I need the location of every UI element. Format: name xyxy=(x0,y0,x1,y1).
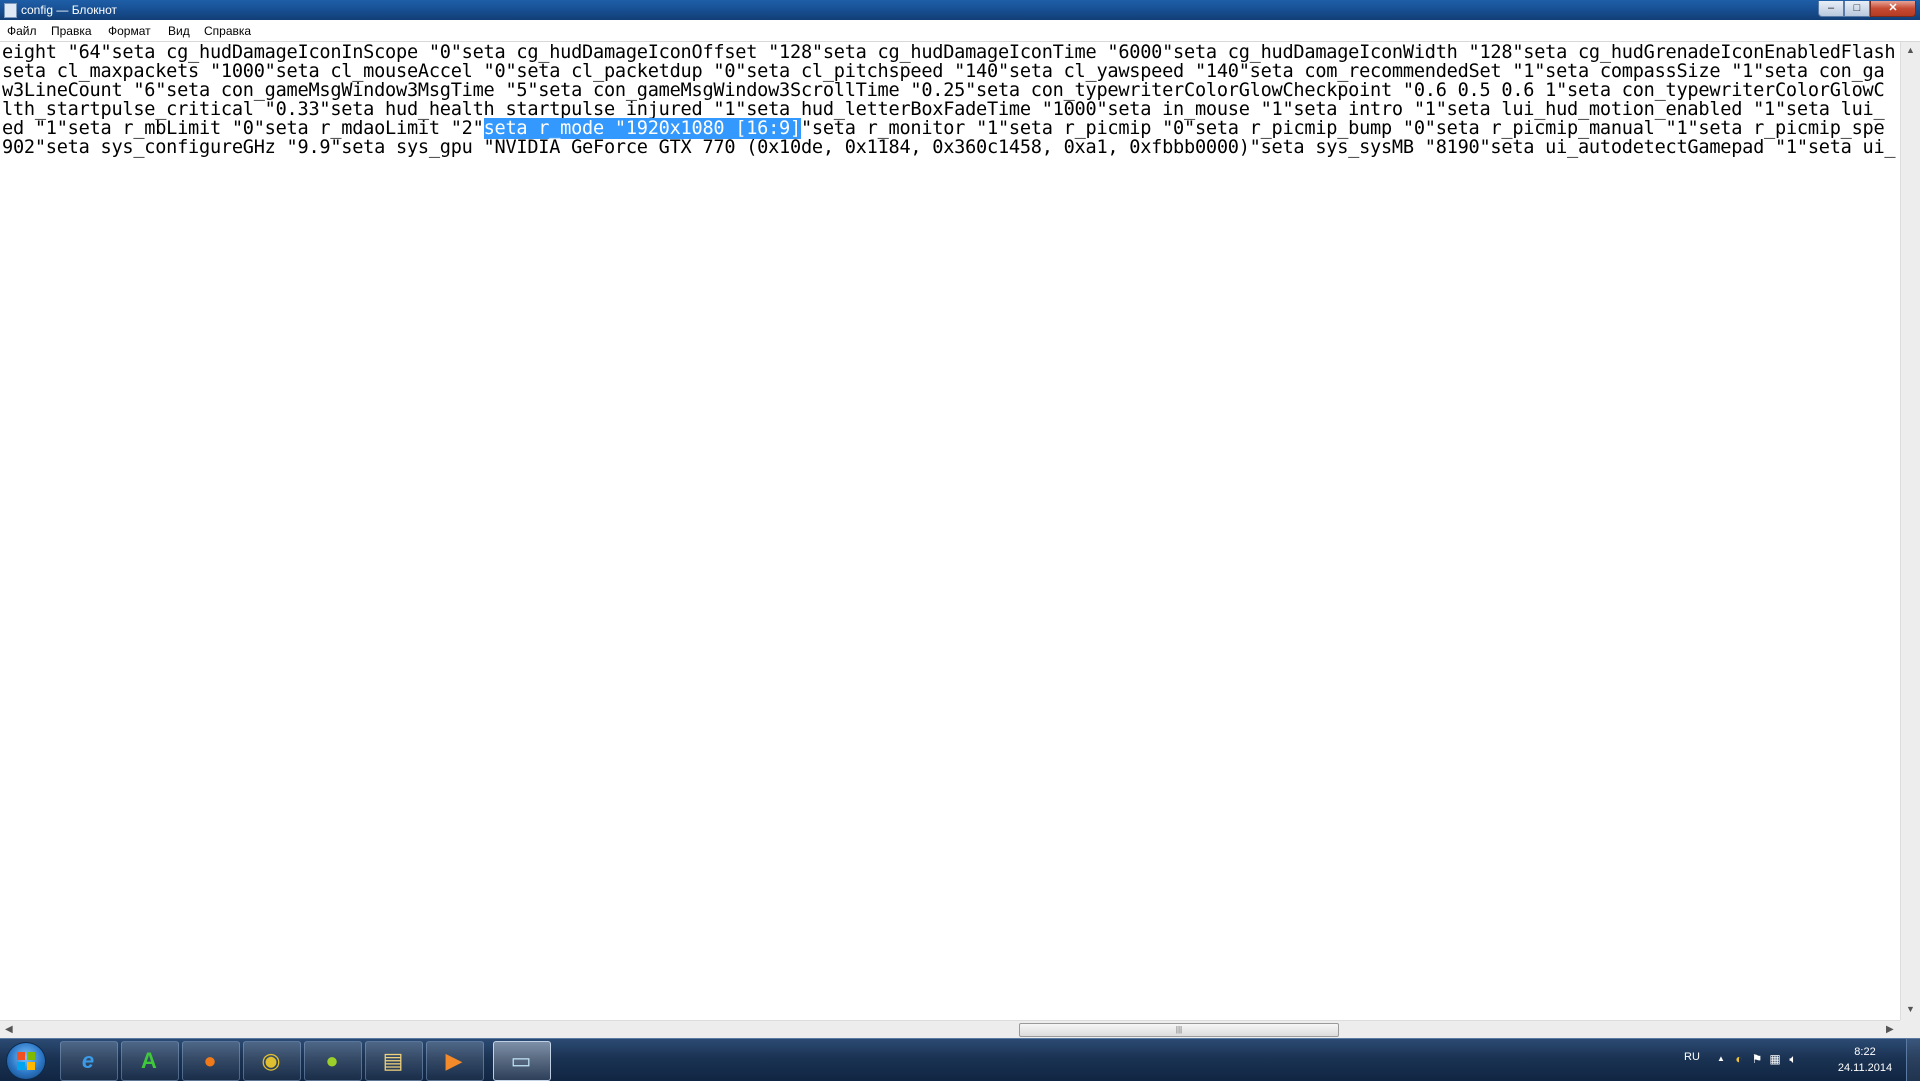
show-hidden-icons-icon[interactable]: ▲ xyxy=(1714,1052,1728,1066)
text-segment: "seta r_monitor "1"seta r_picmip "0"seta… xyxy=(800,118,1885,139)
clock[interactable]: 8:22 24.11.2014 xyxy=(1830,1044,1900,1076)
taskbar-app-notepad[interactable]: ▭ xyxy=(493,1041,551,1081)
maximize-button[interactable]: □ xyxy=(1844,1,1870,17)
text-segment: ed "1"seta r_mbLimit "0"seta r_mdaoLimit… xyxy=(2,118,484,139)
media-player-icon: ▶ xyxy=(445,1048,463,1073)
text-segment: seta cl_maxpackets "1000"seta cl_mouseAc… xyxy=(2,61,1885,82)
text-segment: lth_startpulse_critical "0.33"seta hud_h… xyxy=(2,99,1885,120)
scrollbar-corner xyxy=(1900,1020,1920,1040)
menu-file[interactable]: Файл xyxy=(7,24,37,38)
close-button[interactable]: ✕ xyxy=(1870,1,1916,17)
text-segment: w3LineCount "6"seta con_gameMsgWindow3Ms… xyxy=(2,80,1885,101)
selected-text: seta r_mode "1920x1080 [16:9] xyxy=(483,118,801,139)
update-icon[interactable]: ◐ xyxy=(1732,1052,1746,1066)
text-line: 902"seta sys_configureGHz "9.9"seta sys_… xyxy=(2,137,1896,158)
taskbar-app-media-player[interactable]: ▶ xyxy=(426,1041,484,1081)
show-desktop-button[interactable] xyxy=(1906,1039,1920,1081)
menu-edit[interactable]: Правка xyxy=(51,24,92,38)
text-segment: 902"seta sys_configureGHz "9.9"seta sys_… xyxy=(2,137,1896,158)
text-line: eight "64"seta cg_hudDamageIconInScope "… xyxy=(2,42,1896,63)
text-editor[interactable]: eight "64"seta cg_hudDamageIconInScope "… xyxy=(0,42,1900,1020)
start-button[interactable] xyxy=(6,1042,46,1080)
text-line: w3LineCount "6"seta con_gameMsgWindow3Ms… xyxy=(2,80,1885,101)
media-app-icon: ● xyxy=(325,1048,339,1073)
menu-bar: Файл Правка Формат Вид Справка xyxy=(0,20,1920,42)
scrollbar-thumb[interactable]: ||| xyxy=(1019,1023,1339,1037)
taskbar-app-internet-explorer[interactable]: e xyxy=(60,1041,118,1081)
taskbar-app-chrome[interactable]: ◉ xyxy=(243,1041,301,1081)
windows-logo-icon xyxy=(17,1052,35,1070)
scroll-right-arrow-icon[interactable]: ▶ xyxy=(1886,1024,1894,1035)
menu-format[interactable]: Формат xyxy=(108,24,151,38)
taskbar: e A ● ◉ ● ▤ ▶ ▭ RU ▲ ◐ ⚑ ▦ 🔈︎ 8:22 24.11… xyxy=(0,1038,1920,1081)
window-title: config — Блокнот xyxy=(21,3,118,17)
taskbar-app-media[interactable]: ● xyxy=(304,1041,362,1081)
scroll-left-arrow-icon[interactable]: ◀ xyxy=(5,1024,13,1035)
scroll-down-arrow-icon[interactable]: ▼ xyxy=(1906,1004,1915,1014)
clock-time: 8:22 xyxy=(1854,1046,1876,1058)
firefox-icon: ● xyxy=(203,1048,217,1073)
notepad-icon xyxy=(4,3,17,18)
clock-date: 24.11.2014 xyxy=(1837,1062,1893,1074)
taskbar-app-explorer[interactable]: ▤ xyxy=(365,1041,423,1081)
folder-icon: ▤ xyxy=(382,1048,404,1073)
scroll-up-arrow-icon[interactable]: ▲ xyxy=(1906,45,1915,55)
network-icon[interactable]: ▦ xyxy=(1768,1052,1782,1066)
internet-explorer-icon: e xyxy=(81,1048,95,1073)
horizontal-scrollbar[interactable]: ◀ ||| ▶ xyxy=(0,1020,1900,1039)
language-indicator[interactable]: RU xyxy=(1684,1051,1700,1063)
vertical-scrollbar[interactable]: ▲ ▼ xyxy=(1900,42,1920,1020)
a-app-icon: A xyxy=(141,1048,157,1073)
text-line: ed "1"seta r_mbLimit "0"seta r_mdaoLimit… xyxy=(2,118,1885,139)
minimize-button[interactable]: – xyxy=(1818,1,1844,17)
title-bar: config — Блокнот – □ ✕ xyxy=(0,0,1920,20)
text-segment: eight "64"seta cg_hudDamageIconInScope "… xyxy=(2,42,1896,63)
window-controls: – □ ✕ xyxy=(1818,1,1916,19)
menu-help[interactable]: Справка xyxy=(204,24,251,38)
action-center-icon[interactable]: ⚑ xyxy=(1750,1052,1764,1066)
taskbar-app-a[interactable]: A xyxy=(121,1041,179,1081)
chrome-icon: ◉ xyxy=(261,1048,281,1073)
menu-view[interactable]: Вид xyxy=(168,24,190,38)
text-line: lth_startpulse_critical "0.33"seta hud_h… xyxy=(2,99,1885,120)
text-line: seta cl_maxpackets "1000"seta cl_mouseAc… xyxy=(2,61,1885,82)
taskbar-app-firefox[interactable]: ● xyxy=(182,1041,240,1081)
notepad-icon: ▭ xyxy=(510,1048,532,1073)
volume-icon[interactable]: 🔈︎ xyxy=(1786,1052,1800,1066)
